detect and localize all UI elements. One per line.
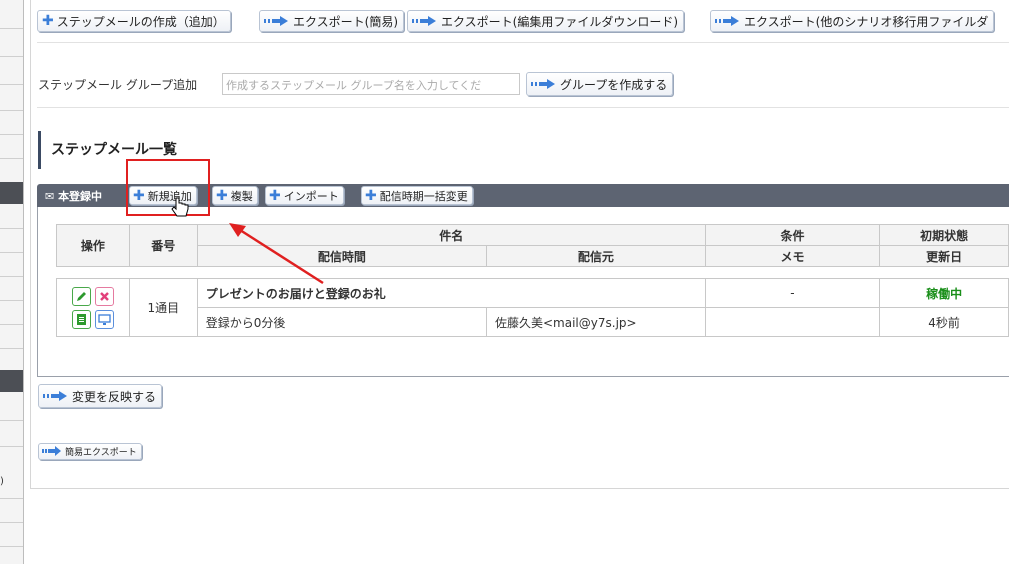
monitor-icon [98,313,111,325]
sidebar-divider [0,110,23,111]
sidebar-divider [0,252,23,253]
sidebar-item-active[interactable] [0,370,23,392]
apply-changes-label: 変更を反映する [72,389,157,404]
group-name-input[interactable]: 作成するステップメール グループ名を入力してくだ [222,73,520,95]
step-mail-table: 操作 番号 件名 条件 初期状態 配信時間 配信元 メモ 更新日 1通目 プレゼ… [56,224,1009,337]
import-label: インポート [283,189,339,203]
sidebar-divider [0,28,23,29]
sidebar-divider [0,348,23,349]
new-step-mail-button[interactable]: ✚ 新規追加 [129,186,197,205]
arrow-right-icon [715,15,741,27]
header-updated: 更新日 [879,245,1009,267]
delete-button[interactable] [94,286,114,306]
arrow-right-icon [412,15,438,27]
sidebar-divider [0,276,23,277]
header-number: 番号 [128,224,198,267]
header-memo: メモ [704,245,881,267]
table-row: 登録から0分後 佐藤久美<mail@y7s.jp> 4秒前 [57,307,1009,337]
copy-button[interactable] [71,309,91,329]
export-edit-download-label: エクスポート(編集用ファイルダウンロード) [441,14,679,29]
create-step-mail-button[interactable]: ✚ ステップメールの作成（追加） [37,10,231,32]
header-send-time: 配信時間 [196,245,488,267]
duplicate-button[interactable]: ✚ 複製 [212,186,258,205]
sidebar-divider [0,324,23,325]
bulk-change-label: 配信時期一括変更 [379,189,468,203]
arrow-right-icon [42,445,62,458]
header-initial-state: 初期状態 [879,224,1009,246]
row-number: 1通目 [128,278,198,337]
simple-export-button[interactable]: 簡易エクスポート [38,443,142,460]
header-operation: 操作 [56,224,130,267]
arrow-right-icon [43,390,69,402]
arrow-right-icon [531,78,557,90]
sidebar-divider [0,56,23,57]
section-title: ステップメール一覧 [38,131,238,169]
sidebar-divider [0,300,23,301]
sidebar-item-active[interactable] [0,182,23,204]
create-group-button[interactable]: グループを作成する [526,72,674,96]
divider [37,107,1009,108]
import-button[interactable]: ✚ インポート [265,186,344,205]
sidebar-divider [0,420,23,421]
create-step-mail-label: ステップメールの作成（追加） [56,14,225,29]
header-subject: 件名 [196,224,706,246]
apply-changes-button[interactable]: 変更を反映する [38,384,163,408]
bulk-change-button[interactable]: ✚ 配信時期一括変更 [361,186,473,205]
close-icon [100,291,109,301]
header-condition: 条件 [704,224,881,246]
sidebar-divider [0,546,23,547]
row-initial-state: 稼働中 [879,278,1009,308]
plus-icon: ✚ [269,187,281,204]
sidebar-divider [0,446,23,447]
duplicate-label: 複製 [230,189,253,203]
edit-button[interactable] [71,286,91,306]
pencil-icon [76,291,86,301]
row-updated: 4秒前 [879,307,1009,337]
left-sidebar: ) [0,0,24,564]
simple-export-label: 簡易エクスポート [65,448,137,458]
sidebar-divider [0,158,23,159]
export-edit-download-button[interactable]: エクスポート(編集用ファイルダウンロード) [407,10,685,32]
plus-icon: ✚ [133,187,145,204]
sidebar-divider [0,228,23,229]
arrow-right-icon [264,15,290,27]
new-step-mail-label: 新規追加 [147,189,192,203]
sidebar-divider [0,522,23,523]
export-other-scenario-label: エクスポート(他のシナリオ移行用ファイルダ [744,14,989,29]
create-group-label: グループを作成する [560,77,668,92]
document-icon [76,313,86,325]
row-sender: 佐藤久美<mail@y7s.jp> [486,307,706,337]
divider [37,42,1009,43]
envelope-icon: ✉ [45,190,55,203]
export-simple-button[interactable]: エクスポート(簡易) [259,10,405,32]
sidebar-fragment-text: ) [0,476,4,487]
plus-icon: ✚ [42,13,54,29]
sidebar-divider [0,84,23,85]
export-simple-label: エクスポート(簡易) [293,14,399,29]
row-condition: - [704,278,881,308]
plus-icon: ✚ [365,187,377,204]
export-other-scenario-button[interactable]: エクスポート(他のシナリオ移行用ファイルダ [710,10,995,32]
plus-icon: ✚ [216,187,228,204]
row-send-time: 登録から0分後 [196,307,488,337]
row-subject[interactable]: プレゼントのお届けと登録のお礼 [196,278,706,308]
sidebar-divider [0,134,23,135]
row-memo [704,307,881,337]
table-row: 1通目 プレゼントのお届けと登録のお礼 - 稼働中 [56,278,1009,337]
header-sender: 配信元 [486,245,706,267]
group-title[interactable]: ✉ 本登録中 [45,188,102,204]
sidebar-divider [0,498,23,499]
preview-button[interactable] [94,309,114,329]
group-add-label: ステップメール グループ追加 [38,78,198,92]
operation-cell [56,278,130,337]
group-name: 本登録中 [58,190,103,203]
